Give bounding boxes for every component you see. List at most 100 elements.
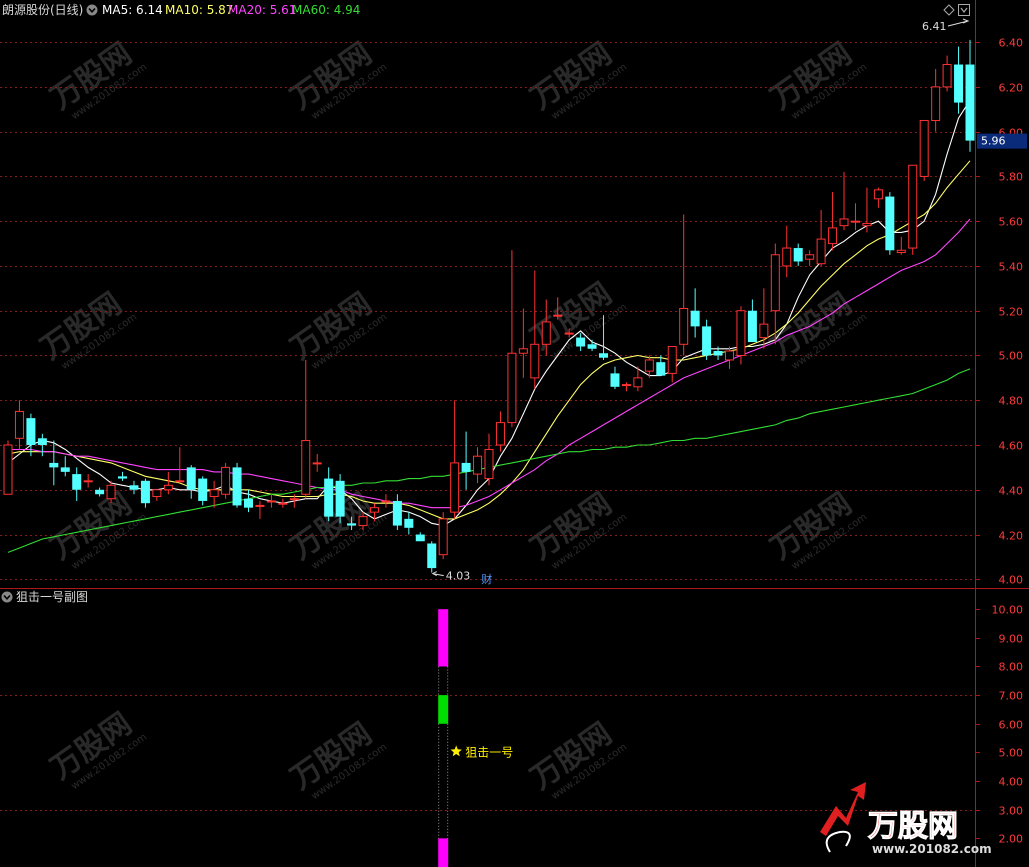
candle-body — [725, 350, 734, 361]
sub-tick-label: 10.00 — [992, 604, 1024, 617]
candle-body — [919, 119, 929, 177]
candle-body — [26, 418, 36, 445]
signal-label: 狙击一号 — [465, 745, 513, 759]
toolbar-icons — [943, 4, 970, 16]
price-tick-label: 5.20 — [999, 306, 1024, 319]
sub-legend: 狙击一号副图 — [1, 590, 88, 604]
candle-body — [908, 164, 918, 249]
candle — [83, 474, 93, 488]
candle — [301, 359, 311, 499]
candle-body — [931, 86, 941, 121]
candle-body — [828, 227, 838, 245]
watermark-stamp: 万股网www.201082.com — [765, 36, 870, 122]
watermark-stamp: 万股网www.201082.com — [525, 36, 630, 122]
candle-body — [564, 332, 574, 335]
candle-body — [289, 498, 299, 501]
candle-body — [507, 352, 517, 424]
sub-tick-label: 7.00 — [999, 690, 1024, 703]
candle-body — [553, 314, 563, 317]
candle-body — [14, 410, 24, 439]
candle-body — [232, 467, 242, 506]
watermark-stamp: 万股网www.201082.com — [285, 36, 390, 122]
watermark-stamp: 万股网www.201082.com — [45, 486, 150, 572]
candle-body — [518, 348, 528, 354]
candle — [209, 480, 219, 508]
watermark-stamp: 万股网www.201082.com — [525, 486, 630, 572]
collapse-toggle-main[interactable] — [86, 4, 98, 16]
candle — [3, 440, 13, 495]
candle — [335, 474, 345, 524]
candle-body — [461, 462, 471, 472]
low-arrow-icon — [431, 571, 444, 577]
candle-body — [129, 485, 139, 490]
sub-tick-label: 3.00 — [999, 805, 1024, 818]
candle-body — [656, 362, 666, 376]
candle — [118, 471, 128, 481]
candle — [266, 494, 276, 508]
candle-body — [392, 500, 402, 526]
candle — [278, 498, 288, 508]
candle — [816, 210, 826, 266]
candle-body — [186, 467, 196, 490]
candle-body — [599, 353, 609, 358]
candle — [782, 225, 792, 278]
watermark-stamp: 万股网www.201082.com — [45, 36, 150, 122]
candle — [610, 366, 620, 390]
candle — [381, 494, 391, 508]
diamond-icon[interactable] — [943, 4, 955, 16]
candle — [404, 512, 414, 535]
candle — [14, 400, 24, 450]
candle — [850, 203, 860, 231]
candle — [415, 532, 425, 542]
candle-body — [747, 310, 757, 343]
candle — [621, 382, 631, 392]
collapse-toggle-top[interactable] — [958, 4, 970, 16]
signal-bar-series — [438, 609, 449, 867]
candle-body — [347, 523, 357, 526]
sub-tick-label: 8.00 — [999, 661, 1024, 674]
candle-body — [37, 438, 47, 445]
candle-body — [885, 196, 895, 251]
candle — [965, 39, 975, 152]
candle — [312, 453, 322, 472]
candle — [587, 339, 597, 351]
candle-body — [667, 346, 677, 374]
candle — [37, 433, 47, 457]
sub-y-axis: 2.00 3.00 4.00 5.00 6.00 7.00 8.00 9.00 10.00 — [975, 604, 1023, 846]
candle-body — [495, 422, 505, 446]
candle-body — [633, 377, 643, 388]
signal-bar-segment — [438, 609, 449, 667]
candle — [95, 487, 105, 497]
candle-body — [541, 321, 551, 345]
price-tick-label: 5.60 — [999, 216, 1024, 229]
candle — [919, 119, 929, 181]
candle — [736, 306, 746, 365]
candle — [232, 462, 242, 508]
signal-bar-segment — [438, 838, 449, 867]
candle — [473, 447, 483, 484]
price-tick-label: 5.80 — [999, 171, 1024, 184]
candle — [461, 431, 471, 490]
price-tick-label: 4.40 — [999, 485, 1024, 498]
event-marker[interactable]: 财 — [481, 572, 492, 586]
candle-body — [862, 222, 872, 227]
price-tick-label: 5.40 — [999, 261, 1024, 274]
candle — [805, 250, 815, 266]
sub-tick-label: 2.00 — [999, 833, 1024, 846]
candle — [72, 467, 82, 501]
high-price-annotation: 6.41 — [922, 20, 947, 33]
candle-body — [759, 323, 769, 339]
candle-body — [198, 478, 208, 501]
candle-body — [83, 480, 93, 483]
candle-body — [816, 238, 826, 265]
price-tick-label: 6.40 — [999, 37, 1024, 50]
candle-body — [324, 478, 334, 517]
candle-body — [255, 504, 265, 507]
main-legend: 朗源股份(日线) MA5: 6.14 MA10: 5.87 MA20: 5.61… — [2, 3, 360, 17]
candle-body — [221, 466, 231, 495]
candle — [324, 467, 334, 522]
legend-ma60: MA60: 4.94 — [292, 3, 360, 17]
candle-body — [175, 480, 185, 483]
candle-body — [415, 534, 425, 542]
collapse-toggle-sub[interactable] — [1, 591, 13, 603]
